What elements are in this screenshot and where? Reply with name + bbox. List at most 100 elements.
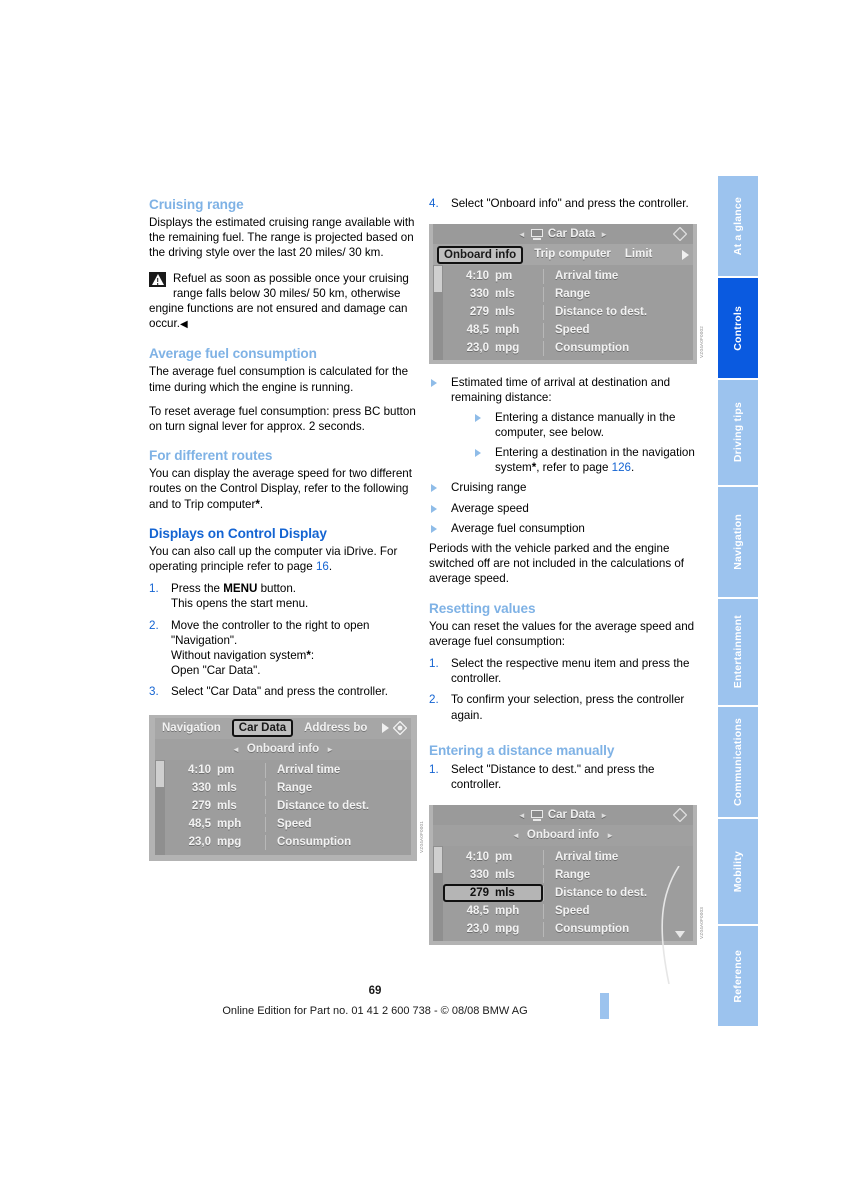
cd-label: Distance to dest. [543,304,693,320]
sidebar-tab-driving-tips[interactable]: Driving tips [718,380,758,485]
monitor-icon [530,810,543,822]
reset-step-1: 1. Select the respective menu item and pr… [429,656,697,686]
cd-row-speed[interactable]: 48,5 mph Speed [433,902,693,920]
cd-label: Range [265,781,411,797]
cd-tab-navigation[interactable]: Navigation [155,721,228,736]
cd-scroll-down-icon[interactable] [675,931,685,939]
cd-label: Speed [543,903,693,919]
cd-title-right-arrow-icon[interactable]: ► [600,227,608,242]
step-1-sub: This opens the start menu. [171,597,309,611]
reset-step-2-text: To confirm your selection, press the con… [451,693,685,722]
triangle-bullet-icon [475,449,481,458]
sidebar-tab-entertainment[interactable]: Entertainment [718,599,758,705]
cd-subbar-left-arrow-icon[interactable]: ◄ [232,742,240,757]
cd-value: 48,5 [188,818,211,831]
cd-label: Distance to dest. [265,799,411,815]
cd-row-arrival-time[interactable]: 4:10 pm Arrival time [433,848,693,866]
cd-row-distance-to-dest[interactable]: 279 mls Distance to dest. [155,798,411,816]
cd-unit: mls [217,800,237,813]
cruising-range-paragraph: Displays the estimated cruising range av… [149,216,415,260]
step-2-sub-1: Without navigation system [171,649,307,663]
cd-subbar-right-arrow-icon[interactable]: ► [326,742,334,757]
sidebar-tab-label: Entertainment [732,615,744,689]
step-1-number: 1. [149,582,159,596]
sidebar-tab-navigation[interactable]: Navigation [718,487,758,597]
sidebar-tab-controls[interactable]: Controls [718,278,758,378]
cd-data-table: 4:10 pm Arrival time 330 mls Range 279 m… [433,265,693,361]
step-3-number: 3. [149,685,159,699]
cd-row-range[interactable]: 330 mls Range [155,780,411,798]
step-3-text: Select "Car Data" and press the controll… [171,685,389,699]
cd-tab-onboard-info[interactable]: Onboard info [437,245,524,264]
sidebar-tab-label: Driving tips [732,402,744,463]
cd-controller-gem-icon [672,807,688,823]
cd-row-distance-to-dest[interactable]: 279 mls Distance to dest. [433,303,693,321]
warning-text: Refuel as soon as possible once your cru… [149,271,409,331]
cd-title-left-arrow-icon[interactable]: ◄ [518,808,526,823]
cd-subbar-right-arrow-icon[interactable]: ► [606,828,614,843]
periods-paragraph: Periods with the vehicle parked and the … [429,542,685,586]
cd-next-arrow-icon[interactable] [382,723,389,734]
step-2-sub-1-end: : [310,649,315,663]
heading-for-different-routes: For different routes [149,448,273,464]
heading-entering-distance-manually: Entering a distance manually [429,742,615,758]
manual-page: Cruising range Displays the estimated cr… [0,0,848,1200]
sidebar-tab-label: Controls [732,305,744,351]
cd-unit: mls [495,305,515,318]
reset-step-1-number: 1. [429,657,439,671]
bullet-average-speed: Average speed [429,501,697,516]
reset-step-2-number: 2. [429,693,439,707]
sidebar-tab-label: At a glance [732,196,744,256]
cd-title-left-arrow-icon[interactable]: ◄ [518,227,526,242]
cd-label: Distance to dest. [543,885,693,901]
avg-fuel-paragraph-1: The average fuel consumption is calculat… [149,365,409,394]
page-reference-16[interactable]: 16 [316,560,329,573]
sidebar-tab-label: Mobility [732,850,744,893]
page-reference-126[interactable]: 126 [612,461,631,474]
step-1: 1. Press the MENU button. This opens the … [149,581,417,611]
cd-subbar-left-arrow-icon[interactable]: ◄ [512,828,520,843]
cd-value: 48,5 [466,323,489,336]
cd-value: 23,0 [188,836,211,849]
cd-row-speed[interactable]: 48,5 mph Speed [155,816,411,834]
bullet-text: Average speed [451,501,529,515]
sidebar-tab-mobility[interactable]: Mobility [718,819,758,924]
cd-next-arrow-icon[interactable] [682,249,689,260]
page-number: 69 [368,985,382,997]
cd-tab-trip-computer[interactable]: Trip computer [527,247,618,262]
cd-row-consumption[interactable]: 23,0 mpg Consumption [433,920,693,938]
cd-row-speed[interactable]: 48,5 mph Speed [433,321,693,339]
cd-row-arrival-time[interactable]: 4:10 pm Arrival time [433,267,693,285]
cd-label: Arrival time [543,849,693,865]
cd-row-range[interactable]: 330 mls Range [433,866,693,884]
sidebar-tab-label: Communications [732,718,744,806]
cd-unit: mph [217,818,242,831]
cd-tab-car-data[interactable]: Car Data [231,719,294,738]
cd-title-label: Car Data [547,808,596,821]
entering-step-1: 1. Select "Distance to dest." and press t… [429,762,697,792]
cd-row-distance-to-dest-selected[interactable]: 279 mls Distance to dest. [433,884,693,903]
cd-row-arrival-time[interactable]: 4:10 pm Arrival time [155,762,411,780]
bullet-text: Entering a distance manually in the comp… [495,410,676,439]
cd-row-consumption[interactable]: 23,0 mpg Consumption [433,339,693,357]
step-1-text-a: Press the [171,582,224,596]
cd-tab-limit[interactable]: Limit [618,247,659,262]
step-4: 4. Select "Onboard info" and press the co… [429,196,697,211]
triangle-bullet-icon [431,524,437,533]
right-bullet-list: Estimated time of arrival at destination… [429,375,697,536]
bullet-text: Average fuel consumption [451,521,585,535]
cd-row-consumption[interactable]: 23,0 mpg Consumption [155,834,411,852]
cd-tab-row: Navigation Car Data Address bo [155,717,411,739]
sidebar-tab-at-a-glance[interactable]: At a glance [718,176,758,276]
avg-fuel-paragraph-2: To reset average fuel consumption: press… [149,404,416,434]
bullet-average-fuel-consumption: Average fuel consumption [429,521,697,536]
cd-data-table: 4:10 pm Arrival time 330 mls Range 279 m… [155,759,411,855]
cd-row-range[interactable]: 330 mls Range [433,285,693,303]
bullet-text: Estimated time of arrival at destination… [451,376,671,405]
cd-value: 4:10 [465,269,489,282]
bullet-entering-destination: Entering a destination in the navigation… [473,445,697,475]
sidebar-tab-communications[interactable]: Communications [718,707,758,817]
cd-title-right-arrow-icon[interactable]: ► [600,808,608,823]
bullet-estimated-arrival: Estimated time of arrival at destination… [429,375,697,475]
cd-tab-address-book[interactable]: Address bo [297,721,374,736]
